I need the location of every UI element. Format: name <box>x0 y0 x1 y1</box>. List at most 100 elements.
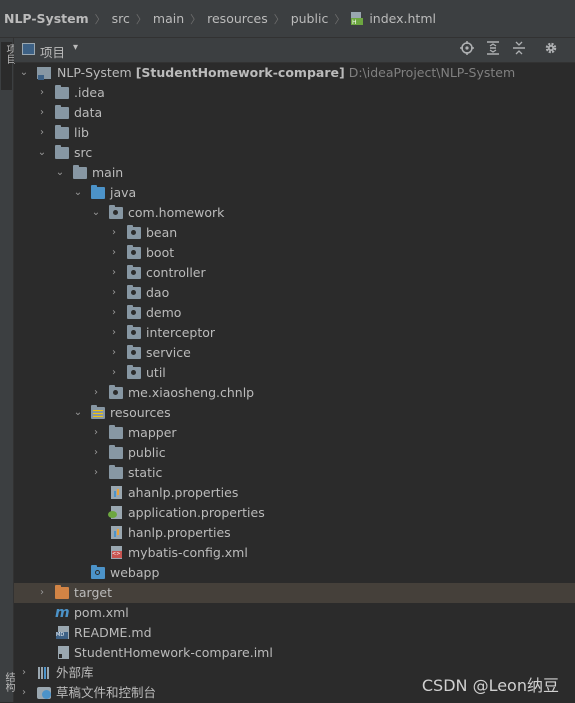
settings-icon[interactable] <box>542 41 560 59</box>
project-tool-tab[interactable]: 项目 <box>1 42 15 90</box>
tree-item-label: src <box>74 145 93 160</box>
folder-icon <box>109 425 123 439</box>
chevron-right-icon[interactable]: › <box>108 363 120 383</box>
tree-item-label: README.md <box>74 625 152 640</box>
tree-item-label: pom.xml <box>74 605 129 620</box>
chevron-right-icon: 〉 <box>190 12 202 26</box>
tree-row[interactable]: ⌄ com.homework <box>14 203 575 223</box>
tree-row[interactable]: hanlp.properties <box>14 523 575 543</box>
chevron-right-icon[interactable]: › <box>108 303 120 323</box>
tree-item-label: public <box>128 445 166 460</box>
chevron-right-icon[interactable]: › <box>108 283 120 303</box>
tree-item-label: 草稿文件和控制台 <box>56 685 157 700</box>
package-icon <box>127 345 141 359</box>
tree-item-label: StudentHomework-compare.iml <box>74 645 273 660</box>
tree-row[interactable]: › boot <box>14 243 575 263</box>
breadcrumb-file[interactable]: index.html <box>367 11 438 26</box>
properties-file-icon <box>111 486 122 499</box>
web-folder-icon <box>91 565 105 579</box>
tree-row[interactable]: › util <box>14 363 575 383</box>
tree-item-label: .idea <box>74 85 105 100</box>
chevron-down-icon[interactable]: ▾ <box>73 42 78 53</box>
expand-all-icon[interactable] <box>484 41 502 59</box>
source-folder-icon <box>91 185 105 199</box>
collapse-all-icon[interactable] <box>510 41 528 59</box>
chevron-down-icon[interactable]: ⌄ <box>90 203 102 223</box>
chevron-right-icon[interactable]: › <box>36 83 48 103</box>
markdown-file-icon <box>56 626 69 639</box>
package-icon <box>109 205 123 219</box>
chevron-right-icon[interactable]: › <box>108 263 120 283</box>
breadcrumb-project[interactable]: NLP-System <box>0 11 91 26</box>
package-icon <box>127 245 141 259</box>
tree-row-selected[interactable]: › target <box>14 583 575 603</box>
tree-row[interactable]: › service <box>14 343 575 363</box>
properties-file-icon <box>111 526 122 539</box>
breadcrumb-main[interactable]: main <box>151 11 186 26</box>
structure-tool-tab[interactable]: 结构 <box>0 672 14 692</box>
tree-row-root[interactable]: ⌄ NLP-System [StudentHomework-compare] D… <box>14 63 575 83</box>
tree-row[interactable]: › bean <box>14 223 575 243</box>
tree-row[interactable]: › demo <box>14 303 575 323</box>
chevron-down-icon[interactable]: ⌄ <box>54 163 66 183</box>
tree-row[interactable]: webapp <box>14 563 575 583</box>
tree-row[interactable]: › lib <box>14 123 575 143</box>
tree-item-label: bean <box>146 225 178 240</box>
project-view-title[interactable]: 项目 <box>40 42 65 61</box>
folder-icon <box>73 165 87 179</box>
locate-icon[interactable] <box>458 41 476 59</box>
breadcrumb-resources[interactable]: resources <box>205 11 270 26</box>
chevron-right-icon[interactable]: › <box>108 223 120 243</box>
tree-item-label: main <box>92 165 124 180</box>
tree-row[interactable]: m pom.xml <box>14 603 575 623</box>
tree-item-label: demo <box>146 305 182 320</box>
tree-row[interactable]: › me.xiaosheng.chnlp <box>14 383 575 403</box>
tree-row[interactable]: › .idea <box>14 83 575 103</box>
tree-row[interactable]: › static <box>14 463 575 483</box>
html-file-icon: H <box>351 11 364 26</box>
chevron-right-icon[interactable]: › <box>108 243 120 263</box>
chevron-right-icon[interactable]: › <box>36 583 48 603</box>
tree-item-label: util <box>146 365 166 380</box>
tree-row[interactable]: StudentHomework-compare.iml <box>14 643 575 663</box>
chevron-right-icon[interactable]: › <box>90 423 102 443</box>
chevron-down-icon[interactable]: ⌄ <box>72 183 84 203</box>
tree-row[interactable]: › dao <box>14 283 575 303</box>
chevron-right-icon[interactable]: › <box>90 443 102 463</box>
chevron-right-icon[interactable]: › <box>90 463 102 483</box>
tree-item-label: com.homework <box>128 205 225 220</box>
tree-row[interactable]: › data <box>14 103 575 123</box>
tree-row[interactable]: README.md <box>14 623 575 643</box>
chevron-down-icon[interactable]: ⌄ <box>72 403 84 423</box>
tree-item-label: controller <box>146 265 206 280</box>
chevron-right-icon[interactable]: › <box>90 383 102 403</box>
tree-item-label: hanlp.properties <box>128 525 231 540</box>
tree-row[interactable]: ⌄ java <box>14 183 575 203</box>
chevron-right-icon[interactable]: › <box>36 103 48 123</box>
external-libraries-icon <box>37 667 51 679</box>
tree-item-label: me.xiaosheng.chnlp <box>128 385 255 400</box>
tree-item-label: lib <box>74 125 89 140</box>
chevron-right-icon[interactable]: › <box>108 343 120 363</box>
chevron-right-icon[interactable]: › <box>36 123 48 143</box>
tree-row[interactable]: › public <box>14 443 575 463</box>
folder-icon <box>55 125 69 139</box>
chevron-right-icon[interactable]: › <box>108 323 120 343</box>
chevron-right-icon[interactable]: › <box>18 663 30 683</box>
watermark: CSDN @Leon纳豆 <box>421 676 559 695</box>
breadcrumb-public[interactable]: public <box>289 11 331 26</box>
chevron-right-icon[interactable]: › <box>18 683 30 703</box>
tree-row[interactable]: ahanlp.properties <box>14 483 575 503</box>
tree-row[interactable]: › interceptor <box>14 323 575 343</box>
tree-row[interactable]: ⌄ main <box>14 163 575 183</box>
chevron-down-icon[interactable]: ⌄ <box>18 63 30 83</box>
tool-window-stripe: 项目 结构 <box>0 38 15 702</box>
tree-row[interactable]: › controller <box>14 263 575 283</box>
tree-row[interactable]: ⌄ src <box>14 143 575 163</box>
tree-row[interactable]: › mapper <box>14 423 575 443</box>
tree-row[interactable]: mybatis-config.xml <box>14 543 575 563</box>
tree-row[interactable]: application.properties <box>14 503 575 523</box>
chevron-down-icon[interactable]: ⌄ <box>36 143 48 163</box>
breadcrumb-src[interactable]: src <box>110 11 132 26</box>
tree-row[interactable]: ⌄ resources <box>14 403 575 423</box>
